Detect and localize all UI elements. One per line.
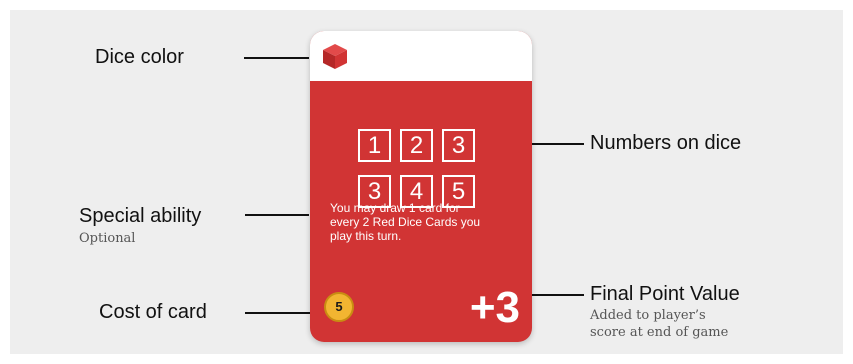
dice-number: 3 [442, 129, 475, 162]
dice-card: 1 2 3 3 4 5 You may draw 1 card for ever… [310, 31, 532, 342]
dice-number: 2 [400, 129, 433, 162]
special-ability-note: Optional [79, 231, 136, 246]
dice-color-connector [244, 57, 309, 59]
point-value: +3 [469, 283, 520, 332]
ability-line: every 2 Red Dice Cards you [330, 215, 481, 229]
cost-of-card-label: Cost of card [99, 301, 207, 323]
final-point-value-note-line1: Added to player’s [590, 308, 706, 323]
final-point-value-note-line2: score at end of game [590, 325, 729, 340]
ability-line: You may draw 1 card for [330, 201, 460, 215]
dice-color-label: Dice color [95, 46, 184, 68]
ability-line: play this turn. [330, 229, 402, 243]
diagram-canvas: Dice color Special ability Optional Cost… [0, 0, 853, 364]
cost-coin: 5 [324, 292, 354, 322]
special-ability-connector [245, 214, 309, 216]
special-ability-label: Special ability [79, 205, 202, 227]
dice-number: 1 [358, 129, 391, 162]
final-point-value-label: Final Point Value [590, 283, 740, 305]
cube-icon [323, 44, 347, 69]
numbers-on-dice-label: Numbers on dice [590, 132, 742, 154]
special-ability-text: You may draw 1 card for every 2 Red Dice… [330, 201, 525, 243]
card-header [310, 31, 532, 81]
